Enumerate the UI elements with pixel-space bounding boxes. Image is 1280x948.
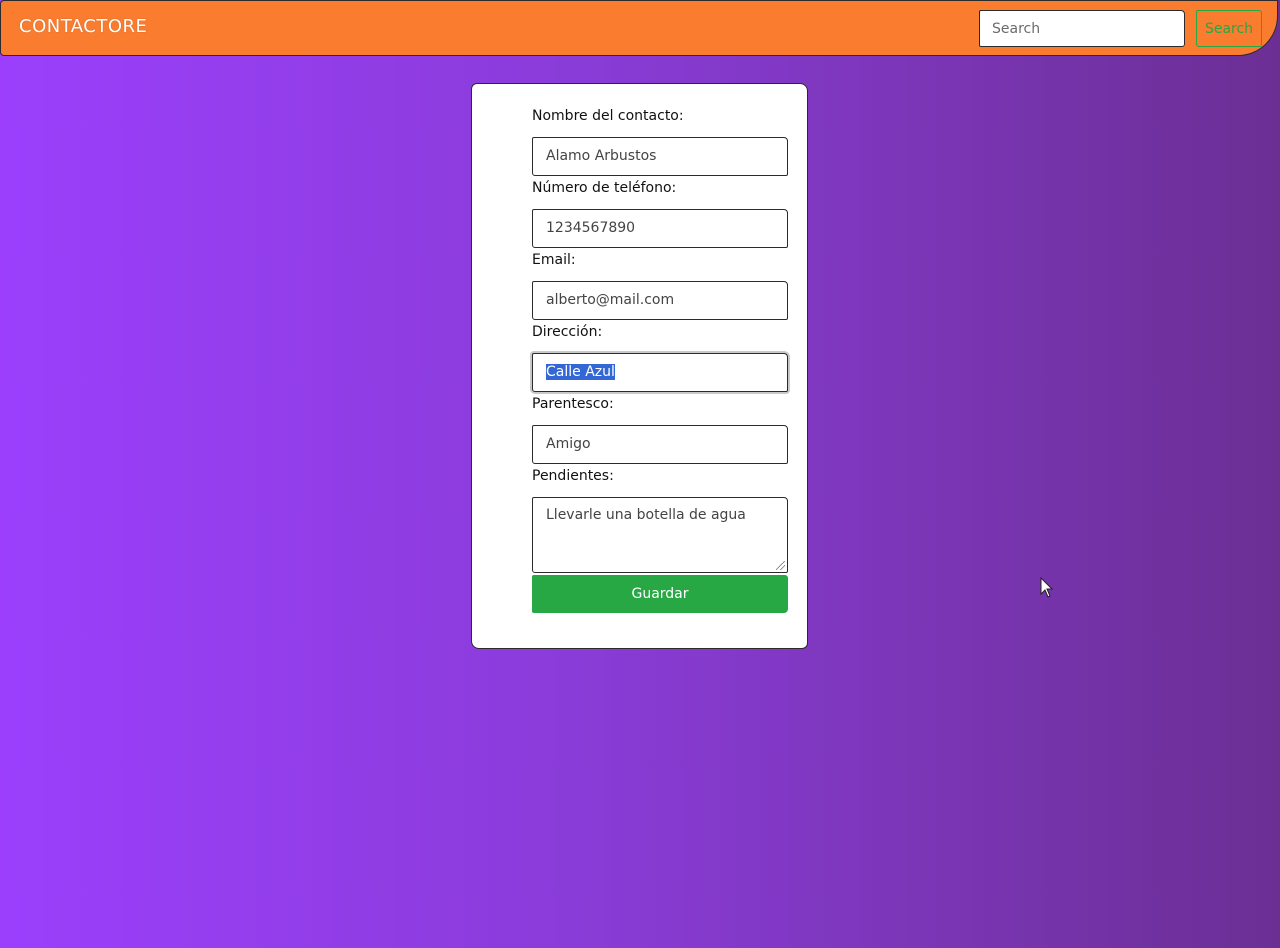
notes-text: Llevarle una botella de agua [546, 507, 746, 523]
contact-form-card: Nombre del contacto: Alamo Arbustos Núme… [471, 83, 808, 649]
address-selected-text: Calle Azul [546, 364, 615, 380]
field-group-name: Nombre del contacto: Alamo Arbustos [532, 106, 788, 178]
field-group-relationship: Parentesco: Amigo [532, 394, 788, 466]
field-group-notes: Pendientes: Llevarle una botella de agua [532, 466, 788, 573]
notes-textarea[interactable]: Llevarle una botella de agua [532, 497, 788, 573]
name-label: Nombre del contacto: [532, 108, 684, 124]
field-group-phone: Número de teléfono: 1234567890 [532, 178, 788, 250]
email-label: Email: [532, 252, 576, 268]
brand-logo[interactable]: CONTACTORE [19, 16, 147, 37]
notes-label: Pendientes: [532, 468, 614, 484]
contact-form: Nombre del contacto: Alamo Arbustos Núme… [532, 106, 788, 613]
name-field[interactable]: Alamo Arbustos [532, 137, 788, 176]
field-group-email: Email: alberto@mail.com [532, 250, 788, 322]
address-field[interactable]: Calle Azul [532, 353, 788, 392]
search-button[interactable]: Search [1196, 10, 1262, 47]
field-group-address: Dirección: Calle Azul [532, 322, 788, 394]
relationship-label: Parentesco: [532, 396, 614, 412]
search-input[interactable] [979, 10, 1185, 47]
mouse-cursor-icon [1040, 577, 1054, 598]
email-field[interactable]: alberto@mail.com [532, 281, 788, 320]
save-button[interactable]: Guardar [532, 575, 788, 613]
relationship-field[interactable]: Amigo [532, 425, 788, 464]
navbar: CONTACTORE Search [0, 0, 1278, 56]
phone-label: Número de teléfono: [532, 180, 677, 196]
address-label: Dirección: [532, 324, 603, 340]
phone-field[interactable]: 1234567890 [532, 209, 788, 248]
resize-handle-icon[interactable] [776, 561, 785, 570]
